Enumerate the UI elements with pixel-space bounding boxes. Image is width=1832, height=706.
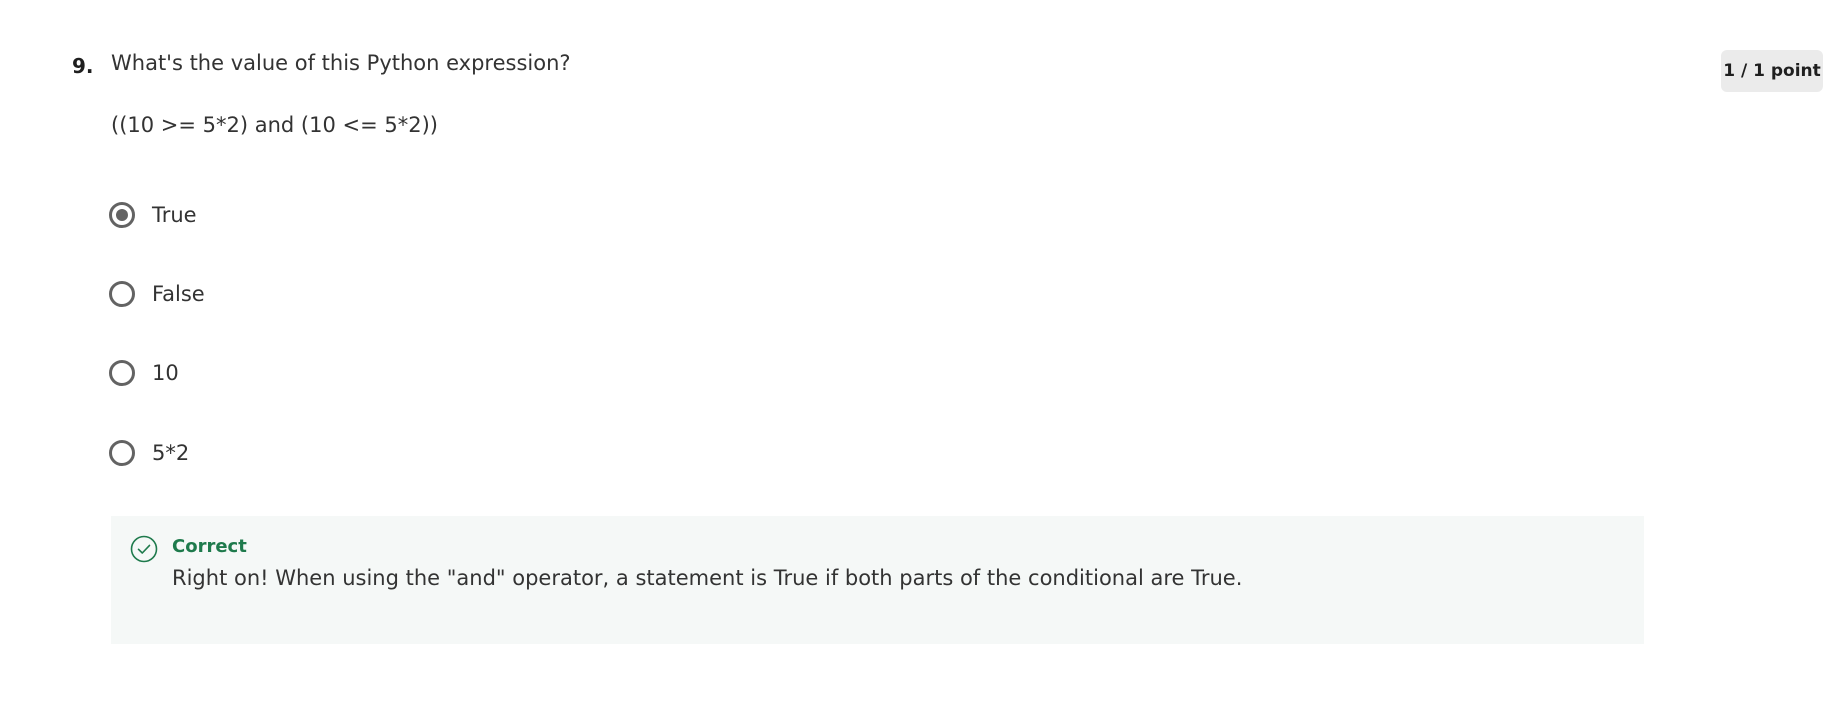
option-10[interactable]: 10 <box>109 356 179 390</box>
question-number: 9. <box>72 54 94 78</box>
radio-selected-icon[interactable] <box>109 202 135 228</box>
option-label: 5*2 <box>152 441 190 465</box>
radio-dot <box>116 209 128 221</box>
feedback-box: Correct Right on! When using the "and" o… <box>111 516 1644 644</box>
option-5x2[interactable]: 5*2 <box>109 436 189 470</box>
option-label: True <box>152 203 197 227</box>
option-label: False <box>152 282 205 306</box>
radio-icon[interactable] <box>109 440 135 466</box>
points-badge: 1 / 1 point <box>1721 50 1823 92</box>
question-prompt: What's the value of this Python expressi… <box>111 51 571 75</box>
radio-icon[interactable] <box>109 281 135 307</box>
option-true[interactable]: True <box>109 198 197 232</box>
option-false[interactable]: False <box>109 277 205 311</box>
feedback-title: Correct <box>172 536 247 557</box>
radio-icon[interactable] <box>109 360 135 386</box>
option-label: 10 <box>152 361 179 385</box>
question-expression: ((10 >= 5*2) and (10 <= 5*2)) <box>111 113 438 137</box>
check-circle-icon <box>130 535 158 563</box>
feedback-message: Right on! When using the "and" operator,… <box>172 566 1243 590</box>
